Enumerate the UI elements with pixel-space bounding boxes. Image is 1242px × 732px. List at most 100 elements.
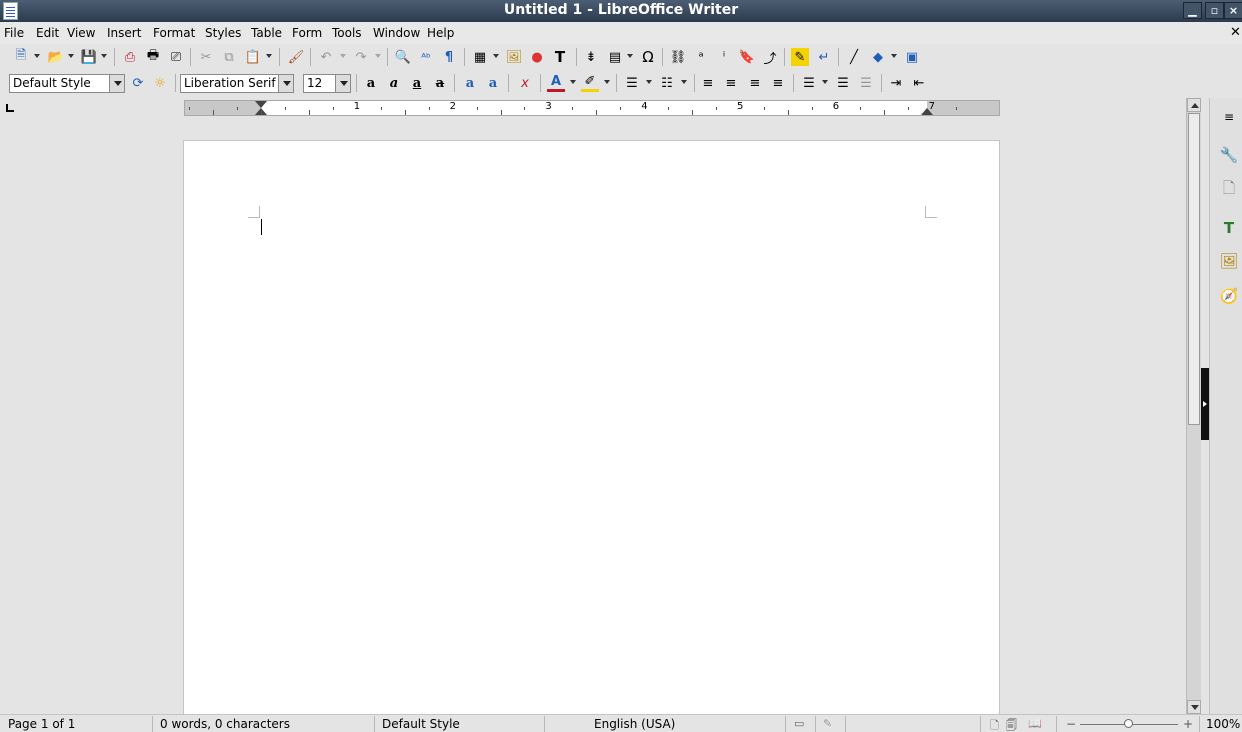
insert-endnote-icon[interactable]: ⁱ xyxy=(715,48,733,66)
gallery-icon[interactable]: 🖼 xyxy=(1218,250,1240,272)
print-preview-icon[interactable]: ⎚ xyxy=(167,48,185,66)
font-size-select[interactable]: 12 xyxy=(303,74,351,93)
book-view-icon[interactable]: 📖 xyxy=(1028,717,1042,730)
undo-icon[interactable]: ↶ xyxy=(317,48,335,66)
open-icon[interactable]: 📂 xyxy=(47,48,65,66)
justify-icon[interactable]: ≡ xyxy=(769,74,787,92)
shapes-dropdown-icon[interactable] xyxy=(891,54,897,58)
highlight-dropdown-icon[interactable] xyxy=(604,80,610,84)
insert-footnote-icon[interactable]: ᵃ xyxy=(692,48,710,66)
new-style-icon[interactable]: ☼ xyxy=(151,74,169,92)
clear-formatting-icon[interactable]: ⅹ xyxy=(516,74,534,92)
insert-table-icon[interactable]: ▦ xyxy=(471,48,489,66)
save-icon[interactable]: 💾 xyxy=(80,48,98,66)
menu-edit[interactable]: Edit xyxy=(36,26,59,40)
copy-icon[interactable]: ⧉ xyxy=(220,48,238,66)
sidebar-collapse-handle[interactable] xyxy=(1201,368,1209,440)
word-count[interactable]: 0 words, 0 characters xyxy=(160,717,290,731)
menu-form[interactable]: Form xyxy=(292,26,322,40)
numbering-icon[interactable]: ☷ xyxy=(658,74,676,92)
field-dropdown-icon[interactable] xyxy=(627,54,633,58)
sidebar-menu-icon[interactable]: ≡ xyxy=(1218,106,1240,128)
selection-mode-icon[interactable]: ▭ xyxy=(794,717,804,730)
zoom-in-icon[interactable]: + xyxy=(1183,717,1193,731)
menu-help[interactable]: Help xyxy=(427,26,454,40)
insert-hyperlink-icon[interactable]: ⛓ xyxy=(669,48,687,66)
document-page[interactable] xyxy=(183,140,1000,714)
update-style-icon[interactable]: ⟳ xyxy=(129,74,147,92)
export-pdf-icon[interactable]: ⎙ xyxy=(121,48,139,66)
close-document-icon[interactable]: ✕ xyxy=(1230,25,1241,40)
clone-formatting-icon[interactable]: 🖌 xyxy=(287,48,305,66)
properties-icon[interactable]: 🔧 xyxy=(1218,144,1240,166)
paste-dropdown-icon[interactable] xyxy=(266,54,272,58)
insert-bookmark-icon[interactable]: 🔖 xyxy=(738,48,756,66)
special-character-icon[interactable]: Ω xyxy=(639,48,657,66)
zoom-slider-knob[interactable] xyxy=(1124,719,1133,728)
insert-textbox-icon[interactable]: T xyxy=(551,48,569,66)
insert-cross-reference-icon[interactable]: ⤴ xyxy=(761,48,779,67)
menu-tools[interactable]: Tools xyxy=(332,26,362,40)
insert-image-icon[interactable]: 🖼 xyxy=(505,48,523,66)
table-dropdown-icon[interactable] xyxy=(493,54,499,58)
underline-icon[interactable]: a xyxy=(408,74,426,92)
paste-icon[interactable]: 📋 xyxy=(244,48,262,66)
line-spacing-icon[interactable]: ☰ xyxy=(800,74,818,92)
highlight-color-icon[interactable]: ✐ xyxy=(581,74,599,92)
maximize-button[interactable]: ▫ xyxy=(1205,2,1224,19)
cut-icon[interactable]: ✂ xyxy=(197,48,215,66)
vertical-scrollbar[interactable] xyxy=(1186,98,1201,714)
page-icon[interactable]: 🗋 xyxy=(1218,179,1240,201)
font-name-select[interactable]: Liberation Serif xyxy=(180,74,294,93)
new-dropdown-icon[interactable] xyxy=(34,54,40,58)
scrollbar-thumb[interactable] xyxy=(1188,113,1200,425)
tab-stop-selector[interactable] xyxy=(6,104,14,112)
chevron-down-icon[interactable] xyxy=(278,75,293,92)
redo-dropdown-icon[interactable] xyxy=(375,54,381,58)
superscript-icon[interactable]: a xyxy=(461,74,479,92)
strikethrough-icon[interactable]: a xyxy=(431,74,449,92)
first-line-indent-marker[interactable] xyxy=(255,101,267,108)
increase-indent-icon[interactable]: ⇥ xyxy=(887,74,905,92)
font-color-dropdown-icon[interactable] xyxy=(570,80,576,84)
spelling-icon[interactable]: ᴬᵇ xyxy=(417,48,435,66)
italic-icon[interactable]: a xyxy=(385,74,403,92)
close-window-button[interactable]: × xyxy=(1224,2,1242,19)
zoom-percentage[interactable]: 100% xyxy=(1206,717,1240,731)
menu-styles[interactable]: Styles xyxy=(205,26,241,40)
menu-insert[interactable]: Insert xyxy=(107,26,141,40)
find-replace-icon[interactable]: 🔍 xyxy=(394,48,412,66)
styles-icon[interactable]: T xyxy=(1218,217,1240,239)
menu-table[interactable]: Table xyxy=(251,26,282,40)
menu-format[interactable]: Format xyxy=(153,26,195,40)
numbering-dropdown-icon[interactable] xyxy=(681,80,687,84)
insert-comment-icon[interactable]: ✎ xyxy=(791,48,809,66)
open-dropdown-icon[interactable] xyxy=(68,54,74,58)
formatting-marks-icon[interactable]: ¶ xyxy=(440,48,458,66)
track-changes-icon[interactable]: ↵ xyxy=(815,48,833,66)
scroll-down-button[interactable] xyxy=(1187,700,1201,714)
decrease-paragraph-spacing-icon[interactable]: ☰ xyxy=(857,74,875,92)
insert-page-break-icon[interactable]: ⇟ xyxy=(582,48,600,66)
page-style[interactable]: Default Style xyxy=(382,717,460,731)
print-icon[interactable]: 🖶 xyxy=(144,48,162,66)
chevron-down-icon[interactable] xyxy=(109,75,124,92)
menu-window[interactable]: Window xyxy=(373,26,420,40)
align-left-icon[interactable]: ≡ xyxy=(699,74,717,92)
page-count[interactable]: Page 1 of 1 xyxy=(8,717,75,731)
bullets-dropdown-icon[interactable] xyxy=(646,80,652,84)
bullets-icon[interactable]: ☰ xyxy=(623,74,641,92)
align-right-icon[interactable]: ≡ xyxy=(746,74,764,92)
line-spacing-dropdown-icon[interactable] xyxy=(822,80,828,84)
subscript-icon[interactable]: a xyxy=(484,74,502,92)
multi-page-view-icon[interactable]: 🗐 xyxy=(1006,717,1017,732)
single-page-view-icon[interactable]: 🗋 xyxy=(990,717,999,732)
save-dropdown-icon[interactable] xyxy=(101,54,107,58)
language[interactable]: English (USA) xyxy=(594,717,675,731)
insert-field-icon[interactable]: ▤ xyxy=(606,48,624,66)
scroll-up-button[interactable] xyxy=(1187,98,1201,112)
document-view[interactable] xyxy=(0,117,1186,714)
basic-shapes-icon[interactable]: ◆ xyxy=(869,48,887,66)
bold-icon[interactable]: a xyxy=(362,74,380,92)
insert-line-icon[interactable]: ╱ xyxy=(845,48,863,66)
